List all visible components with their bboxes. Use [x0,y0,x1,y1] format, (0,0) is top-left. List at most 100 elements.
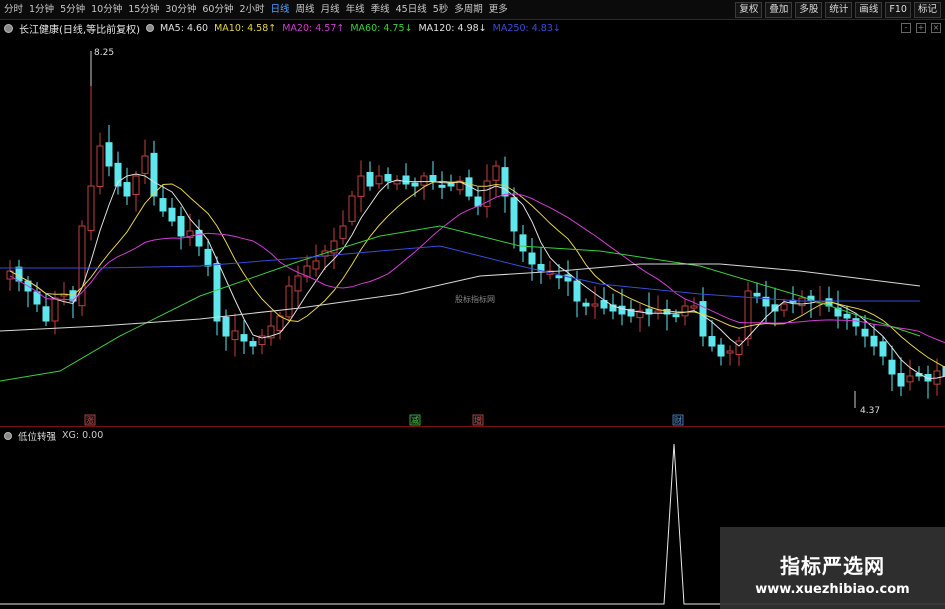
candle-body [240,334,248,342]
candle-body [168,207,176,222]
ma-indicator-4: MA120: 4.98↓ [418,22,487,34]
tool-button-0[interactable]: 复权 [735,2,763,18]
sub-chart-header: 低位转强 XG: 0.00 [4,429,104,443]
candle-body [195,229,203,247]
candle-body [132,175,140,196]
candle-body [744,290,752,340]
candle-body [285,285,293,318]
candle-body [366,171,374,187]
tab-period-14[interactable]: 5秒 [433,3,449,17]
tab-period-1[interactable]: 1分钟 [29,3,54,17]
candle-body [438,184,446,188]
candle-body [681,305,689,317]
candle-body [375,175,383,185]
candle-body [51,297,59,322]
tool-button-6[interactable]: 标记 [913,2,941,18]
candle-body [780,303,788,311]
tab-period-4[interactable]: 15分钟 [128,3,159,17]
candle-body [429,175,437,182]
event-marker[interactable]: 涨 [84,414,96,426]
candle-body [393,180,401,185]
candle-body [231,330,239,341]
candle-body [519,234,527,252]
ma-indicator-3: MA60: 4.75↓ [350,22,413,34]
tool-button-1[interactable]: 叠加 [765,2,793,18]
settings-circle-icon[interactable] [4,23,13,33]
candle-body [861,328,869,337]
candle-body [672,314,680,318]
tab-period-2[interactable]: 5分钟 [60,3,85,17]
tab-period-5[interactable]: 30分钟 [165,3,196,17]
tool-button-2[interactable]: 多股 [795,2,823,18]
xg-value: XG: 0.00 [62,430,104,441]
ma-indicator-1: MA10: 4.58↑ [214,22,277,34]
sub-settings-icon[interactable] [4,431,12,440]
candle-body [384,174,392,182]
candle-body [501,167,509,197]
ma-indicator-0: MA5: 4.60 [159,22,209,34]
tab-period-9[interactable]: 周线 [296,3,315,17]
kline-chart[interactable]: 8.25 4.37 股标指标网涨 减 增 财 [0,36,945,426]
candle-body [294,275,302,292]
candle-body [897,372,905,387]
event-marker[interactable]: 财 [672,414,684,426]
candle-body [411,182,419,187]
candle-body [447,183,455,187]
ma250-line [0,245,920,302]
stock-name: 长江健康(日线,等比前复权) [19,24,140,36]
event-marker[interactable]: 减 [409,414,421,426]
tab-period-10[interactable]: 月线 [321,3,340,17]
tab-period-8[interactable]: 日线 [271,3,290,17]
candle-body [159,198,167,212]
candle-body [357,175,365,197]
candle-body [42,306,50,322]
tool-button-3[interactable]: 统计 [825,2,853,18]
tab-period-16[interactable]: 更多 [489,3,508,17]
panel-divider[interactable] [0,426,945,427]
candle-body [753,292,761,297]
ma-indicator-2: MA20: 4.57↑ [282,22,345,34]
candle-body [582,302,590,307]
low-price-label: 4.37 [860,406,880,416]
minimize-icon[interactable]: - [901,23,911,33]
candle-body [573,280,581,302]
tab-period-3[interactable]: 10分钟 [91,3,122,17]
tab-period-6[interactable]: 60分钟 [202,3,233,17]
tab-period-7[interactable]: 2小时 [239,3,264,17]
ma-settings-icon[interactable] [145,24,154,32]
tool-button-4[interactable]: 画线 [855,2,883,18]
candle-body [312,260,320,270]
candle-body [708,336,716,347]
candle-body [852,318,860,327]
tab-period-0[interactable]: 分时 [4,3,23,17]
event-marker-label: 涨 [86,415,94,425]
close-icon[interactable]: × [931,23,941,33]
ma-indicator-5: MA250: 4.83↓ [492,22,561,34]
panel-buttons: - + × [901,23,941,33]
event-marker[interactable]: 增 [472,414,484,426]
candle-body [15,266,23,282]
candle-body [879,341,887,357]
watermark-title: 指标严选网 [780,554,885,578]
tab-period-12[interactable]: 季线 [371,3,390,17]
candle-body [105,142,113,167]
candle-body [123,182,131,197]
chart-tools: 复权 叠加 多股 统计 画线 F10 标记 [735,2,941,18]
tab-period-15[interactable]: 多周期 [454,3,483,17]
candle-body [249,341,257,347]
maximize-icon[interactable]: + [916,23,926,33]
chart-header: 长江健康(日线,等比前复权) MA5: 4.60 MA10: 4.58↑ MA20:… [0,21,945,36]
tab-period-13[interactable]: 45日线 [396,3,427,17]
tab-period-11[interactable]: 年线 [346,3,365,17]
candle-body [96,145,104,188]
tool-button-5[interactable]: F10 [885,2,911,18]
candle-body [420,175,428,186]
candle-body [204,248,212,267]
candle-body [222,316,230,337]
candle-body [213,263,221,322]
candle-body [87,185,95,232]
candle-body [843,313,851,319]
candle-body [177,215,185,237]
center-watermark: 股标指标网 [455,294,495,304]
candle-body [510,197,518,232]
